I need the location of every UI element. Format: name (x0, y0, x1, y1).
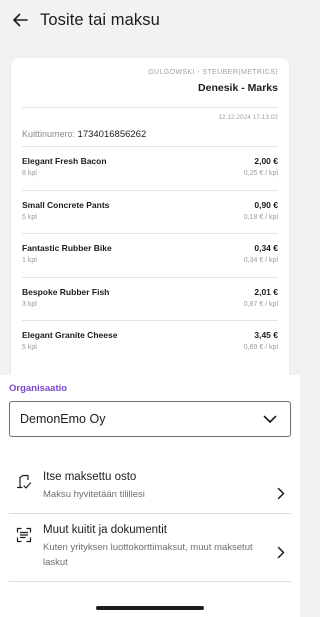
receipt-divider (22, 107, 278, 108)
item-total: 2,01 € (254, 286, 278, 297)
item-total: 2,00 € (254, 156, 278, 166)
merchant-subtitle: GULGOWSKI - STEUBER(METRICS) (148, 69, 278, 76)
item-unit-price: 0,34 € / kpl (243, 257, 278, 264)
back-button[interactable] (0, 0, 40, 40)
option-description: Maksu hyvitetään tilillesi (43, 489, 145, 500)
receipt-number-label: Kuittinumero: (22, 129, 76, 139)
chevron-down-icon (263, 415, 277, 423)
item-unit-price: 0,67 € / kpl (243, 300, 278, 308)
screen: Tosite tai maksu GULGOWSKI - STEUBER(MET… (0, 0, 300, 617)
organization-select[interactable]: DemonEmo Oy (9, 401, 291, 437)
organization-value: DemonEmo Oy (20, 412, 106, 426)
list-item: Elegant Fresh Bacon 8 kpl 2,00 € 0,25 € / … (22, 146, 278, 190)
chevron-right-icon (277, 546, 285, 558)
organization-label: Organisaatio (9, 383, 68, 394)
self-paid-purchase-option[interactable]: Itse maksettu osto Maksu hyvitetään tili… (9, 471, 291, 515)
receipt-card: GULGOWSKI - STEUBER(METRICS) Denesik - M… (11, 58, 289, 375)
list-item: Small Concrete Pants 5 kpl 0,90 € 0,18 € /… (22, 189, 278, 234)
item-quantity: 8 kpl (22, 170, 37, 177)
item-name: Small Concrete Pants (22, 199, 110, 210)
arrow-left-icon (13, 13, 28, 27)
merchant-name: Denesik - Marks (198, 82, 278, 94)
home-indicator[interactable] (96, 606, 204, 610)
item-total: 0,34 € (254, 243, 278, 253)
page-title: Tosite tai maksu (40, 10, 160, 29)
item-unit-price: 0,69 € / kpl (243, 344, 278, 351)
document-scan-icon (16, 527, 32, 543)
item-name: Fantastic Rubber Bike (22, 243, 112, 253)
item-total: 0,90 € (254, 199, 278, 210)
receipt-number: Kuittinumero: 1734016856262 (22, 129, 278, 140)
other-receipts-option[interactable]: Muut kuitit ja dokumentit Kuten yritykse… (9, 524, 291, 580)
list-item: Bespoke Rubber Fish 3 kpl 2,01 € 0,67 € / … (22, 276, 278, 321)
item-name: Elegant Granite Cheese (22, 330, 118, 340)
option-description: Kuten yrityksen luottokorttimaksut, muut… (43, 542, 253, 568)
header: Tosite tai maksu (0, 0, 300, 40)
item-quantity: 3 kpl (22, 300, 37, 308)
item-unit-price: 0,18 € / kpl (243, 213, 278, 221)
item-total: 3,45 € (254, 330, 278, 340)
item-name: Bespoke Rubber Fish (22, 286, 110, 297)
chevron-right-icon (277, 487, 285, 499)
receipt-timestamp: 12.12.2024 17.13.02 (218, 114, 278, 121)
receipt-area[interactable]: GULGOWSKI - STEUBER(METRICS) Denesik - M… (0, 40, 300, 375)
option-divider (9, 581, 291, 582)
option-title: Itse maksettu osto (43, 471, 137, 483)
list-item: Fantastic Rubber Bike 1 kpl 0,34 € 0,34 € … (22, 233, 278, 277)
item-quantity: 1 kpl (22, 257, 37, 264)
item-quantity: 5 kpl (22, 213, 37, 221)
list-item: Elegant Granite Cheese 5 kpl 3,45 € 0,69 €… (22, 320, 278, 364)
receipt-number-value: 1734016856262 (77, 129, 147, 140)
receipt-items: Elegant Fresh Bacon 8 kpl 2,00 € 0,25 € / … (22, 146, 278, 364)
item-unit-price: 0,25 € / kpl (243, 170, 278, 177)
item-quantity: 5 kpl (22, 344, 37, 351)
item-name: Elegant Fresh Bacon (22, 156, 107, 166)
bottom-sheet: Organisaatio DemonEmo Oy Itse maksettu o… (0, 375, 300, 617)
receipt-arrow-icon (16, 474, 32, 489)
option-title: Muut kuitit ja dokumentit (43, 524, 168, 536)
option-divider (9, 513, 291, 514)
